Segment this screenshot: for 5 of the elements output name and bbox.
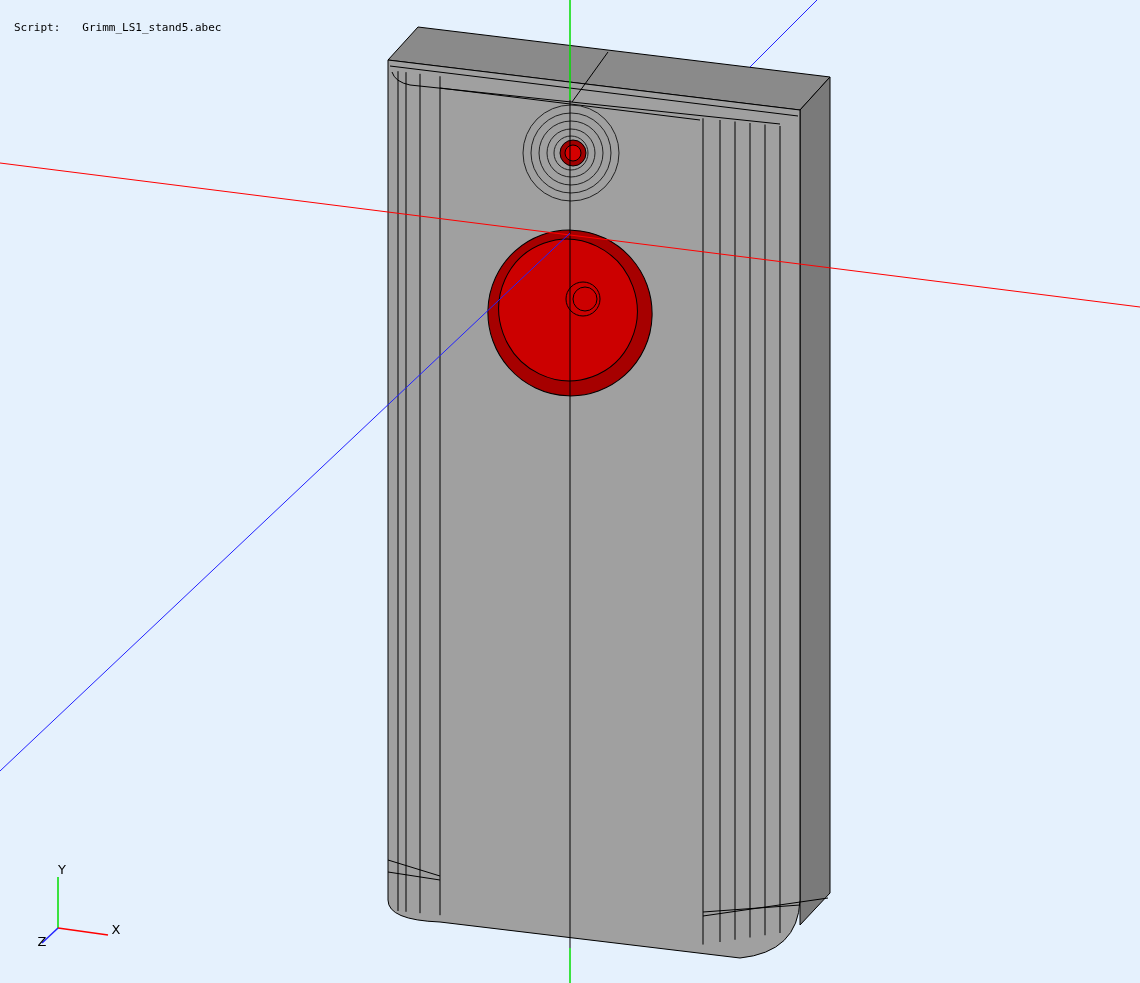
axis-label: Y bbox=[58, 862, 66, 877]
axis-label: X bbox=[111, 922, 121, 937]
script-filename: Grimm_LS1_stand5.abec bbox=[82, 20, 222, 36]
axis-label: Z bbox=[37, 934, 47, 949]
script-label: Script: bbox=[14, 20, 61, 36]
